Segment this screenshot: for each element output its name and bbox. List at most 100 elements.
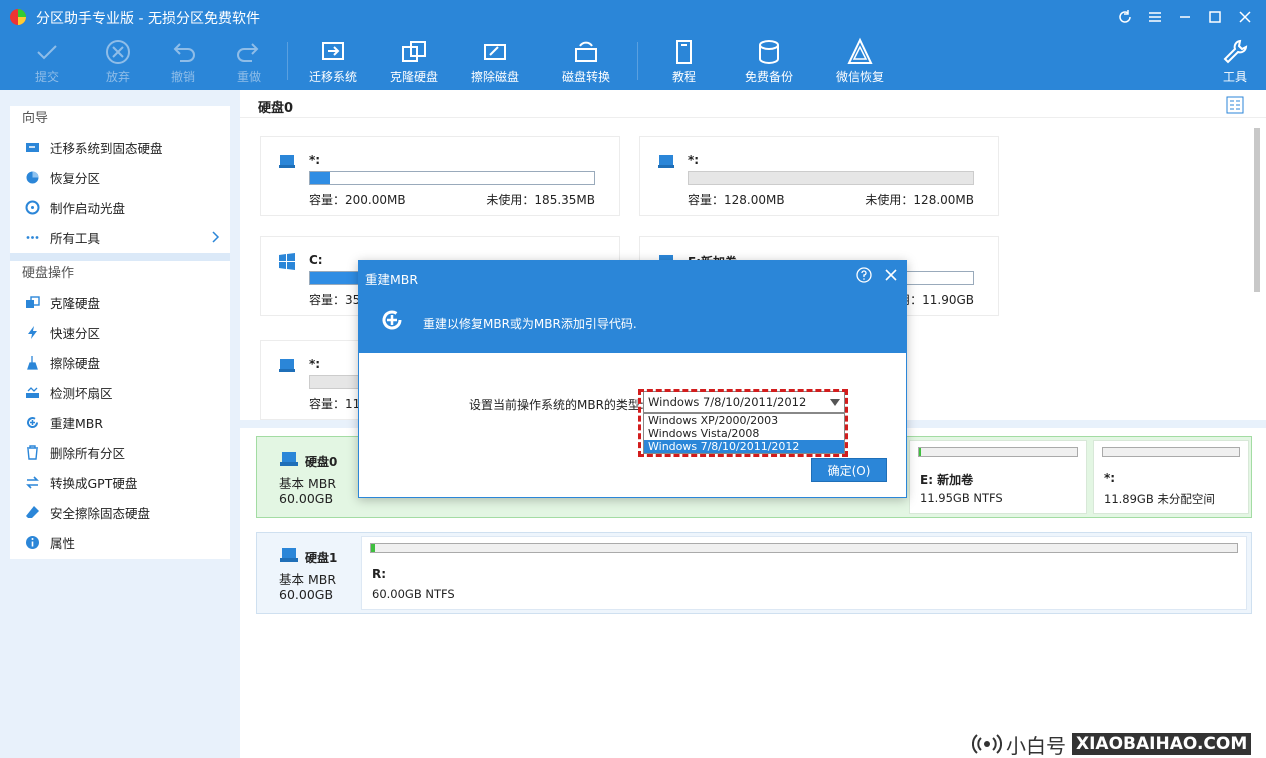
usage-bar — [309, 171, 595, 185]
sidebar-item-quick-partition[interactable]: 快速分区 — [10, 317, 230, 347]
redo-button[interactable]: 重做 — [232, 34, 266, 90]
more-dots-icon — [26, 235, 38, 239]
dialog-title: 重建MBR — [365, 272, 419, 287]
sidebar-item-label: 擦除硬盘 — [50, 355, 101, 371]
highlight-annotation — [638, 389, 848, 457]
dialog-close-icon[interactable] — [882, 266, 900, 284]
sidebar-item-check-bad-sectors[interactable]: 检测坏扇区 — [10, 377, 230, 407]
sidebar-item-label: 安全擦除固态硬盘 — [50, 505, 151, 521]
undo-button[interactable]: 撤销 — [166, 34, 200, 90]
clone-disk-button[interactable]: 克隆硬盘 — [386, 34, 442, 90]
sidebar-item-delete-all-partitions[interactable]: 删除所有分区 — [10, 437, 230, 467]
signal-icon — [972, 734, 1002, 754]
partition-block[interactable]: R: 60.00GB NTFS — [361, 536, 1247, 610]
watermark-brand: 小白号 XIAOBAIHAO.COM — [968, 730, 1266, 758]
disk0-label: 硬盘0 基本 MBR 60.00GB — [257, 437, 357, 517]
toolbar-divider — [287, 42, 288, 80]
hard-disk-icon — [280, 548, 298, 562]
trash-icon — [26, 444, 38, 460]
sidebar-item-wipe-disk[interactable]: 擦除硬盘 — [10, 347, 230, 377]
sidebar-item-label: 恢复分区 — [50, 170, 101, 186]
maximize-icon — [1209, 11, 1221, 23]
sidebar-item-all-tools[interactable]: 所有工具 — [10, 222, 230, 252]
rebuild-mbr-icon — [382, 310, 402, 330]
tutorial-button[interactable]: 教程 — [667, 34, 701, 90]
cancel-circle-icon — [106, 40, 130, 64]
sidebar-item-recover-partition[interactable]: 恢复分区 — [10, 162, 230, 192]
convert-disk-button[interactable]: 磁盘转换 — [558, 34, 614, 90]
help-icon[interactable] — [856, 267, 872, 283]
eraser-icon — [25, 505, 39, 518]
check-icon — [37, 45, 57, 60]
sidebar-item-convert-gpt[interactable]: 转换成GPT硬盘 — [10, 467, 230, 497]
disk-title: 硬盘0 — [258, 101, 294, 116]
ok-button[interactable]: 确定(O) — [811, 458, 887, 482]
partition-block[interactable]: *: 11.89GB 未分配空间 — [1093, 440, 1249, 514]
broom-icon — [26, 355, 38, 370]
clone-disk-icon — [402, 41, 426, 62]
disk1-map[interactable]: 硬盘1 基本 MBR 60.00GB R: 60.00GB NTFS — [256, 532, 1252, 614]
submit-button[interactable]: 提交 — [30, 34, 64, 90]
sidebar-item-rebuild-mbr[interactable]: 重建MBR — [10, 407, 230, 437]
dialog-description: 重建以修复MBR或为MBR添加引导代码. — [423, 317, 637, 331]
wipe-disk-button[interactable]: 擦除磁盘 — [467, 34, 523, 90]
sidebar-item-label: 迁移系统到固态硬盘 — [50, 140, 163, 156]
partition-card[interactable]: *: 容量：128.00MB 未使用：128.00MB — [639, 136, 999, 216]
lightning-icon — [27, 325, 37, 339]
maximize-button[interactable] — [1200, 4, 1230, 30]
sidebar-item-clone-disk[interactable]: 克隆硬盘 — [10, 287, 230, 317]
book-icon — [676, 40, 692, 64]
partition-card[interactable]: *: 容量：200.00MB 未使用：185.35MB — [260, 136, 620, 216]
refresh-icon — [1119, 10, 1131, 23]
sidebar-item-migrate-ssd[interactable]: 迁移系统到固态硬盘 — [10, 132, 230, 162]
minimize-button[interactable] — [1170, 4, 1200, 30]
disk-header: 硬盘0 — [240, 90, 1266, 118]
sidebar-item-label: 克隆硬盘 — [50, 295, 101, 311]
discard-button[interactable]: 放弃 — [101, 34, 135, 90]
partition-block[interactable]: E: 新加卷 11.95GB NTFS — [909, 440, 1087, 514]
chevron-right-icon — [212, 231, 220, 243]
migrate-os-button[interactable]: 迁移系统 — [305, 34, 361, 90]
rebuild-mbr-icon — [26, 416, 38, 428]
sidebar-divider — [10, 253, 230, 261]
free-backup-button[interactable]: 免费备份 — [741, 34, 797, 90]
drive-icon — [279, 359, 295, 372]
hard-disk-icon — [280, 452, 298, 466]
undo-icon — [173, 43, 195, 62]
sidebar: 向导 迁移系统到固态硬盘 恢复分区 制作启动光盘 所有工具 硬盘操作 克隆硬盘 … — [0, 90, 240, 758]
title-bar: 分区助手专业版 - 无损分区免费软件 — [0, 0, 1266, 34]
sidebar-item-properties[interactable]: 属性 — [10, 527, 230, 557]
menu-icon — [1149, 12, 1161, 22]
sidebar-item-label: 制作启动光盘 — [50, 200, 126, 216]
refresh-button[interactable] — [1110, 4, 1140, 30]
convert-disk-icon — [575, 41, 597, 62]
backup-icon — [759, 40, 779, 65]
tools-button[interactable]: 工具 — [1218, 34, 1252, 90]
recover-icon — [847, 37, 873, 64]
view-toggle-icon[interactable] — [1226, 96, 1244, 114]
dialog-banner: 重建以修复MBR或为MBR添加引导代码. — [359, 291, 906, 353]
toolbar-divider — [637, 42, 638, 80]
sidebar-item-label: 重建MBR — [50, 415, 104, 431]
sidebar-item-boot-disc[interactable]: 制作启动光盘 — [10, 192, 230, 222]
rebuild-mbr-dialog: 重建MBR 重建以修复MBR或为MBR添加引导代码. 设置当前操作系统的MBR的… — [358, 260, 907, 498]
migrate-os-icon — [322, 42, 344, 60]
drive-icon — [658, 155, 674, 168]
drive-icon — [279, 155, 295, 168]
sidebar-item-secure-erase-ssd[interactable]: 安全擦除固态硬盘 — [10, 497, 230, 527]
scan-icon — [25, 386, 39, 398]
close-icon — [1239, 11, 1251, 23]
wechat-recover-button[interactable]: 微信恢复 — [832, 34, 888, 90]
wizard-heading: 向导 — [22, 111, 49, 126]
menu-button[interactable] — [1140, 4, 1170, 30]
clone-icon — [25, 295, 40, 308]
disk1-label: 硬盘1 基本 MBR 60.00GB — [257, 533, 357, 613]
close-window-button[interactable] — [1230, 4, 1260, 30]
app-logo-icon — [10, 9, 26, 25]
convert-icon — [25, 475, 39, 489]
pie-recover-icon — [26, 171, 38, 183]
scrollbar-thumb[interactable] — [1254, 128, 1260, 292]
sidebar-item-label: 删除所有分区 — [50, 445, 126, 461]
window-title: 分区助手专业版 - 无损分区免费软件 — [36, 11, 260, 27]
sidebar-item-label: 所有工具 — [50, 230, 101, 246]
